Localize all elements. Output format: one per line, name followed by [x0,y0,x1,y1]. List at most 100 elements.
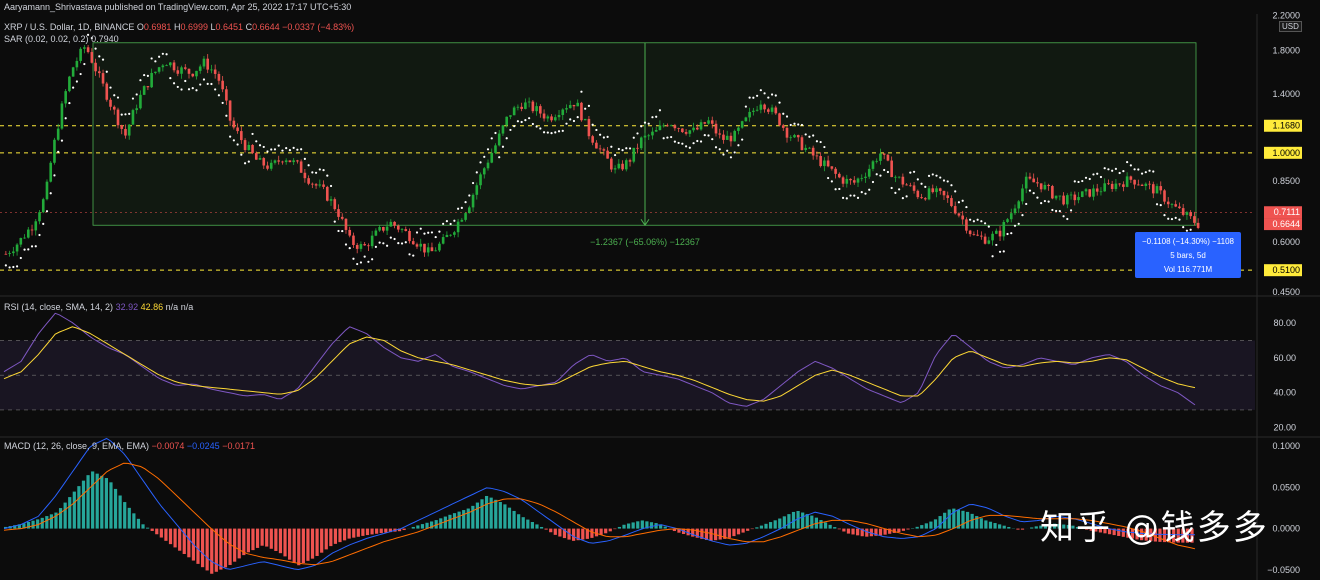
candle-body [1039,183,1043,190]
candle-body [453,232,456,235]
sar-dot [68,101,71,105]
price-tag-label: 1.0000 [1272,148,1300,158]
candle [1002,220,1006,241]
candle [75,57,79,71]
sar-value: 0.7940 [91,34,119,44]
currency-badge[interactable]: USD [1279,21,1302,32]
candle-body [411,241,415,245]
macd-histogram-bar [915,526,919,529]
candle-body [12,251,15,254]
sar-dot [785,115,789,118]
sar-dot [729,156,733,159]
sar-dot [969,218,972,221]
sar-dot [1006,232,1009,236]
candle-body [109,99,112,107]
candle-body [662,125,665,127]
candle-body [258,158,262,160]
macd-label: MACD (12, 26, close, 9, EMA, EMA) [4,441,150,451]
sar-dot [30,245,34,248]
macd-histogram-bar [1030,527,1034,529]
candle-body [4,253,8,255]
sar-dot [434,235,437,239]
candle [370,230,374,249]
candle-body [815,155,819,157]
sar-dot [1032,192,1035,195]
sar-dot [464,201,467,204]
candle-body [352,235,355,245]
candle [639,136,643,151]
sar-dot [359,261,363,264]
macd-tick-label: −0.0500 [1267,565,1300,575]
macd-histogram-bar [320,528,324,553]
sar-dot [341,229,344,233]
candle [299,159,303,173]
candle-body [1107,183,1110,185]
macd-histogram-bar [168,528,173,545]
sar-dot [172,82,176,85]
chart-canvas[interactable]: −1.2367 (−65.06%) −12367 2.2000 1.8000 1.40… [0,0,1320,580]
rsi-tick-label: 40.00 [1273,388,1296,398]
macd-histogram-bar [136,518,141,529]
macd-histogram-bar [127,507,131,529]
sar-dot [1133,168,1136,171]
candle-body [785,127,789,138]
candle [352,232,355,248]
macd-histogram-bar [709,528,713,541]
sar-dot [49,192,52,195]
sar-dot [610,145,613,148]
candle-body [1159,186,1163,191]
candle [456,218,460,238]
macd-histogram-bar [81,480,86,529]
candle-body [404,229,408,231]
sar-dot [471,181,475,185]
candle-body [1009,213,1013,220]
macd-histogram-bar [173,528,177,548]
macd-histogram-bar [365,528,370,536]
close-value: 0.6644 [252,22,280,32]
sar-dot [1174,216,1177,219]
candle [998,225,1002,242]
candle-body [699,122,703,130]
candle-body [131,110,135,125]
candle-body [288,160,292,163]
candle-body [187,68,191,74]
sar-dot [651,116,654,119]
candle-body [531,101,535,112]
macd-histogram-bar [626,523,631,529]
macd-histogram-bar [494,499,498,529]
macd-histogram-bar [452,513,457,529]
candle [49,161,53,183]
sar-dot [823,145,826,149]
sar-dot [143,73,146,77]
macd-histogram-bar [416,525,420,529]
candle [434,247,437,252]
macd-histogram-bar [342,528,347,541]
candle-body [770,107,774,112]
sar-dot [1073,180,1076,183]
candle-body [1140,184,1144,186]
candle [68,75,71,93]
candle-body [886,154,890,161]
candle-body [30,229,34,231]
sar-dot [453,219,456,222]
candle-body [269,162,273,169]
candle-body [1073,194,1077,201]
sar-dot [221,101,224,105]
sar-dot [1167,217,1170,220]
sar-dot [793,122,796,125]
sar-dot [356,262,359,266]
sar-dot [673,140,676,143]
sar-dot [916,178,919,181]
sar-dot [158,55,161,58]
candle-body [176,70,180,74]
candle-body [520,106,523,109]
sar-dot [524,119,527,122]
candle-body [247,144,251,151]
candle-body [1051,186,1054,199]
candle [965,217,968,234]
sar-dot [931,173,934,176]
candle [778,112,781,127]
macd-histogram-bar [768,522,773,529]
candle [438,241,441,252]
sar-dot [505,137,508,140]
